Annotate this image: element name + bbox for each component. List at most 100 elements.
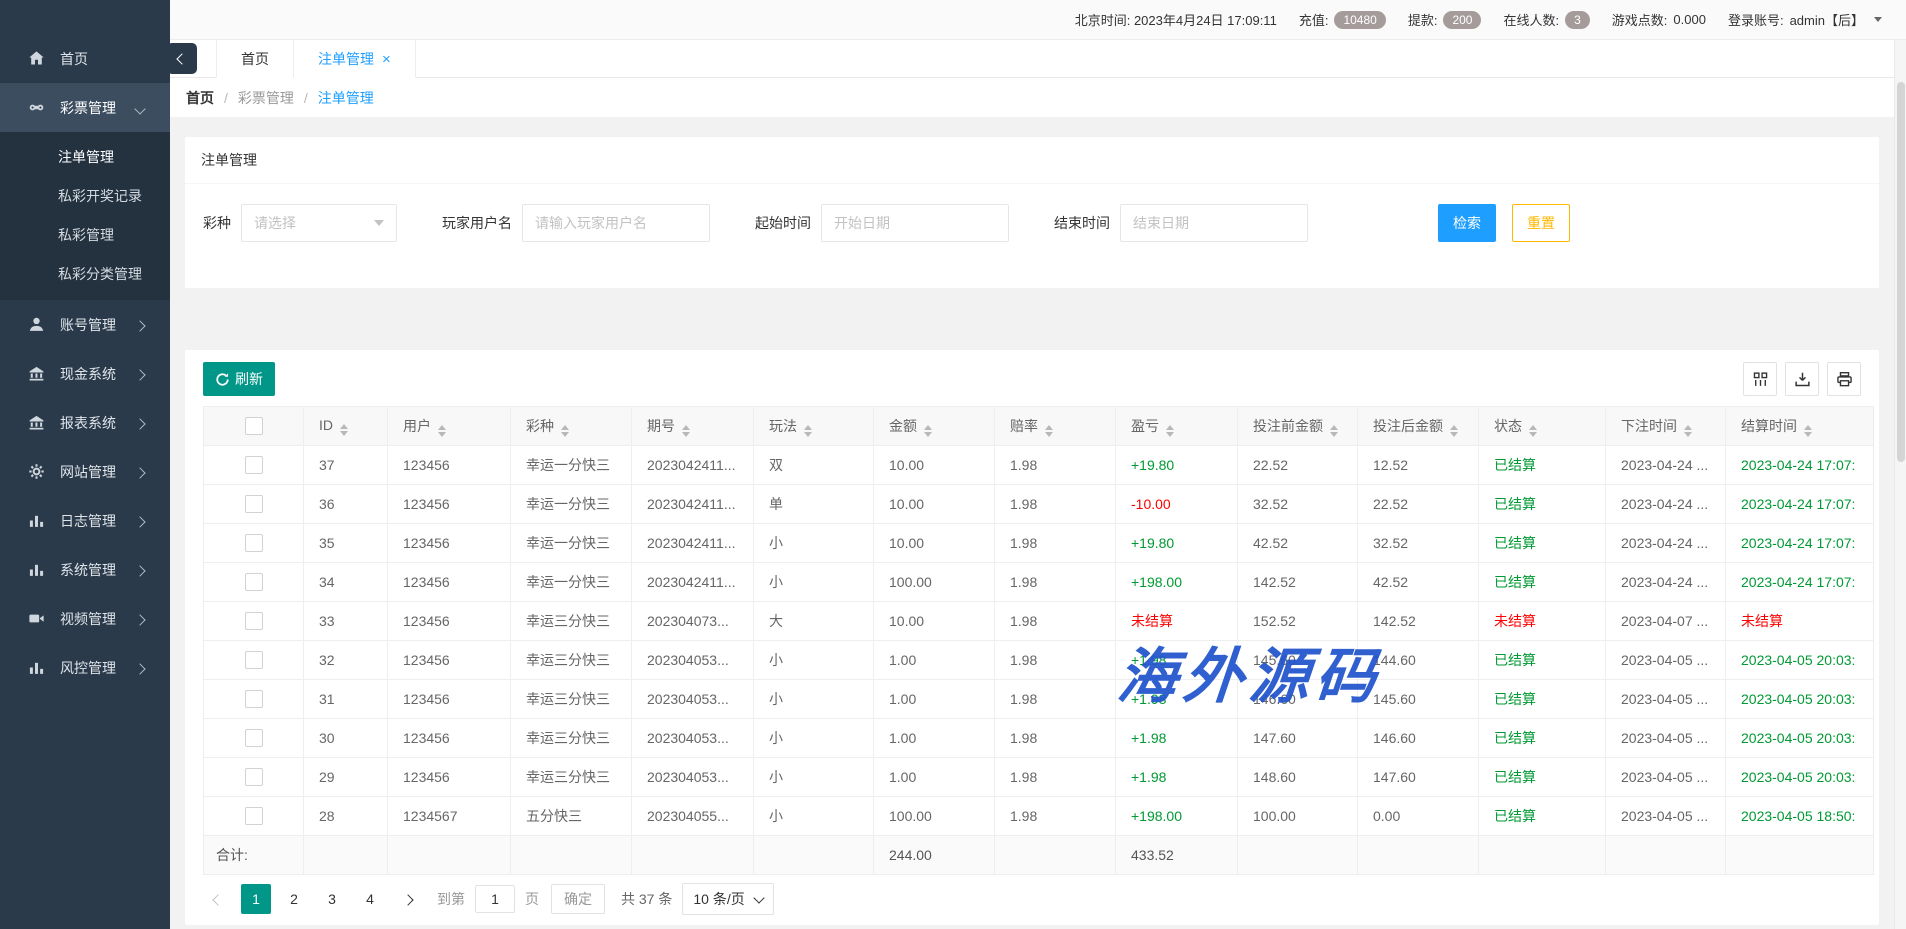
- row-checkbox[interactable]: [245, 690, 263, 708]
- sidebar-item-报表系统[interactable]: 报表系统: [0, 398, 170, 447]
- sidebar-subitem-私彩管理[interactable]: 私彩管理: [0, 216, 170, 255]
- column-header-状态[interactable]: 状态: [1479, 407, 1606, 446]
- sort-icon[interactable]: [1450, 425, 1458, 437]
- table-row: 29123456幸运三分快三202304053...小1.001.98+1.98…: [204, 758, 1874, 797]
- cell-issue: 202304053...: [632, 680, 754, 719]
- print-button[interactable]: [1827, 362, 1861, 396]
- sidebar-item-日志管理[interactable]: 日志管理: [0, 496, 170, 545]
- start-date-input[interactable]: [821, 204, 1009, 242]
- select-all-checkbox[interactable]: [245, 417, 263, 435]
- page-button-2[interactable]: 2: [279, 884, 309, 914]
- confirm-button[interactable]: 确定: [551, 884, 605, 914]
- page-button-4[interactable]: 4: [355, 884, 385, 914]
- breadcrumb-item[interactable]: 首页: [186, 88, 214, 108]
- refresh-button[interactable]: 刷新: [203, 362, 275, 396]
- column-header-结算时间[interactable]: 结算时间: [1726, 407, 1874, 446]
- lottery-select[interactable]: 请选择: [241, 204, 397, 242]
- row-checkbox[interactable]: [245, 573, 263, 591]
- cell-status: 已结算: [1479, 797, 1606, 836]
- sidebar-subitem-私彩分类管理[interactable]: 私彩分类管理: [0, 255, 170, 294]
- sort-icon[interactable]: [1166, 425, 1174, 437]
- row-checkbox[interactable]: [245, 651, 263, 669]
- sort-icon[interactable]: [1529, 425, 1537, 437]
- next-page-button[interactable]: [393, 884, 423, 914]
- column-header-投注前金额[interactable]: 投注前金额: [1238, 407, 1358, 446]
- account-menu[interactable]: 登录账号: admin【后】: [1728, 10, 1882, 29]
- sort-icon[interactable]: [804, 425, 812, 437]
- tab-首页[interactable]: 首页: [216, 40, 294, 78]
- sidebar-item-首页[interactable]: 首页: [0, 34, 170, 83]
- username-input[interactable]: [522, 204, 710, 242]
- tab-close-icon[interactable]: ×: [382, 52, 391, 67]
- row-checkbox[interactable]: [245, 768, 263, 786]
- column-header-期号[interactable]: 期号: [632, 407, 754, 446]
- row-checkbox[interactable]: [245, 534, 263, 552]
- breadcrumb-item[interactable]: 彩票管理: [238, 88, 294, 108]
- column-header-用户[interactable]: 用户: [388, 407, 511, 446]
- sort-icon[interactable]: [924, 425, 932, 437]
- sort-icon[interactable]: [340, 424, 348, 436]
- row-checkbox[interactable]: [245, 807, 263, 825]
- sidebar-item-风控管理[interactable]: 风控管理: [0, 643, 170, 692]
- sidebar-item-彩票管理[interactable]: 彩票管理: [0, 83, 170, 132]
- column-header-下注时间[interactable]: 下注时间: [1606, 407, 1726, 446]
- cell-odds: 1.98: [995, 641, 1116, 680]
- sort-icon[interactable]: [1330, 425, 1338, 437]
- goto-page-input[interactable]: [475, 885, 515, 913]
- table-row: 36123456幸运一分快三2023042411...单10.001.98-10…: [204, 485, 1874, 524]
- reset-button[interactable]: 重置: [1512, 204, 1570, 242]
- row-checkbox[interactable]: [245, 495, 263, 513]
- column-header-金额[interactable]: 金额: [874, 407, 995, 446]
- sidebar-subitem-私彩开奖记录[interactable]: 私彩开奖记录: [0, 177, 170, 216]
- cell-id: 28: [304, 797, 388, 836]
- breadcrumb-item[interactable]: 注单管理: [318, 88, 374, 108]
- totals-cell: [511, 836, 632, 875]
- column-header-玩法[interactable]: 玩法: [754, 407, 874, 446]
- sidebar-item-账号管理[interactable]: 账号管理: [0, 300, 170, 349]
- online-label: 在线人数:: [1503, 10, 1559, 29]
- column-header-彩种[interactable]: 彩种: [511, 407, 632, 446]
- user-icon: [28, 316, 45, 333]
- column-header-投注后金额[interactable]: 投注后金额: [1358, 407, 1479, 446]
- cell-settle_time: 2023-04-05 20:03:: [1726, 758, 1874, 797]
- columns-button[interactable]: [1743, 362, 1777, 396]
- lottery-icon: [28, 99, 45, 116]
- column-header-盈亏[interactable]: 盈亏: [1116, 407, 1238, 446]
- cell-lottery: 幸运三分快三: [511, 719, 632, 758]
- cell-issue: 2023042411...: [632, 524, 754, 563]
- sidebar-item-现金系统[interactable]: 现金系统: [0, 349, 170, 398]
- row-checkbox[interactable]: [245, 456, 263, 474]
- end-date-input[interactable]: [1120, 204, 1308, 242]
- sidebar-item-视频管理[interactable]: 视频管理: [0, 594, 170, 643]
- search-button[interactable]: 检索: [1438, 204, 1496, 242]
- sidebar-item-系统管理[interactable]: 系统管理: [0, 545, 170, 594]
- sort-icon[interactable]: [1684, 425, 1692, 437]
- totals-label-cell: 合计:: [204, 836, 304, 875]
- sort-icon[interactable]: [561, 425, 569, 437]
- sidebar-subitem-注单管理[interactable]: 注单管理: [0, 138, 170, 177]
- page-button-1[interactable]: 1: [241, 884, 271, 914]
- scrollbar-thumb[interactable]: [1897, 82, 1905, 462]
- withdraw-stat[interactable]: 提款: 200: [1408, 10, 1482, 29]
- sidebar-collapse-button[interactable]: [167, 43, 197, 74]
- sidebar-item-网站管理[interactable]: 网站管理: [0, 447, 170, 496]
- chevron-right-icon: [136, 317, 144, 333]
- sort-icon[interactable]: [438, 425, 446, 437]
- recharge-stat[interactable]: 充值: 10480: [1299, 10, 1386, 29]
- sort-icon[interactable]: [682, 425, 690, 437]
- video-icon: [28, 610, 45, 627]
- sort-icon[interactable]: [1804, 425, 1812, 437]
- sort-icon[interactable]: [1045, 425, 1053, 437]
- page-button-3[interactable]: 3: [317, 884, 347, 914]
- export-button[interactable]: [1785, 362, 1819, 396]
- cell-amount: 10.00: [874, 602, 995, 641]
- cell-user: 123456: [388, 641, 511, 680]
- prev-page-button[interactable]: [203, 884, 233, 914]
- tab-注单管理[interactable]: 注单管理×: [294, 40, 416, 78]
- column-header-ID[interactable]: ID: [304, 407, 388, 446]
- page-size-select[interactable]: 10 条/页: [682, 883, 773, 915]
- row-checkbox[interactable]: [245, 729, 263, 747]
- column-header-赔率[interactable]: 赔率: [995, 407, 1116, 446]
- row-checkbox[interactable]: [245, 612, 263, 630]
- scrollbar[interactable]: [1894, 40, 1906, 929]
